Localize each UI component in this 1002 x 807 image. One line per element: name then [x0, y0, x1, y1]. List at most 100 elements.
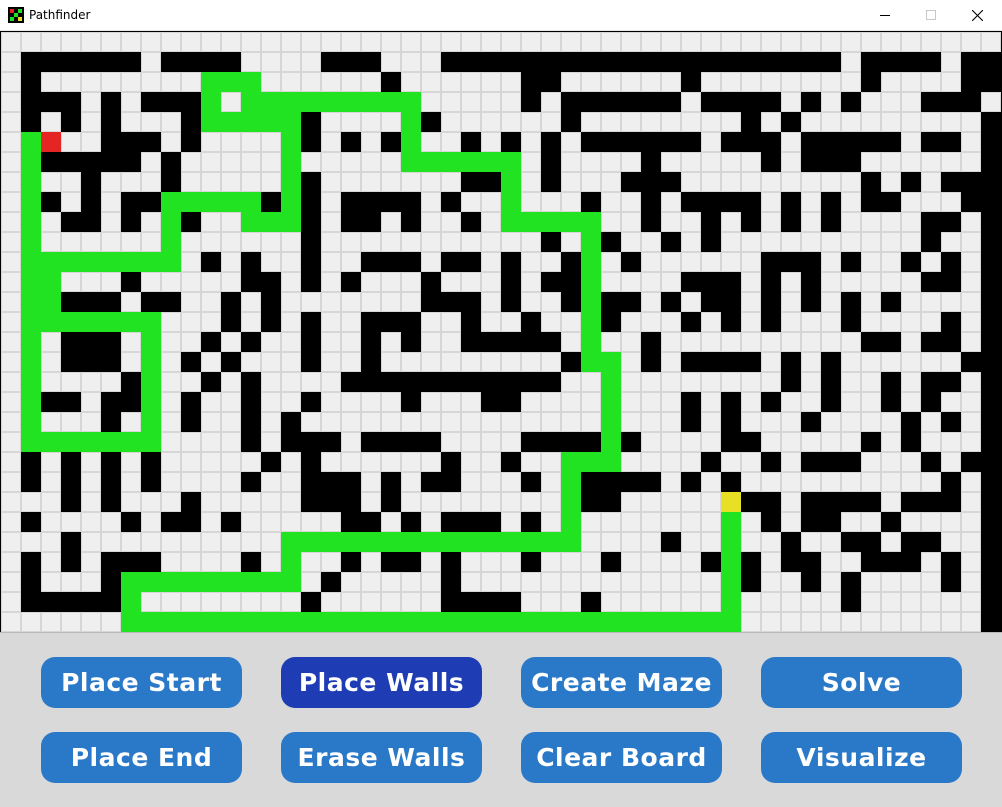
open-cell[interactable] — [641, 292, 661, 312]
open-cell[interactable] — [561, 172, 581, 192]
place-walls-button[interactable]: Place Walls — [281, 657, 482, 708]
open-cell[interactable] — [961, 132, 981, 152]
open-cell[interactable] — [561, 332, 581, 352]
open-cell[interactable] — [661, 112, 681, 132]
open-cell[interactable] — [921, 512, 941, 532]
open-cell[interactable] — [121, 92, 141, 112]
open-cell[interactable] — [381, 452, 401, 472]
open-cell[interactable] — [541, 412, 561, 432]
open-cell[interactable] — [21, 612, 41, 632]
open-cell[interactable] — [561, 72, 581, 92]
open-cell[interactable] — [901, 452, 921, 472]
open-cell[interactable] — [221, 472, 241, 492]
open-cell[interactable] — [921, 112, 941, 132]
open-cell[interactable] — [421, 72, 441, 92]
open-cell[interactable] — [761, 72, 781, 92]
open-cell[interactable] — [321, 192, 341, 212]
open-cell[interactable] — [521, 352, 541, 372]
open-cell[interactable] — [841, 32, 861, 52]
open-cell[interactable] — [961, 32, 981, 52]
open-cell[interactable] — [181, 232, 201, 252]
open-cell[interactable] — [481, 432, 501, 452]
open-cell[interactable] — [381, 52, 401, 72]
open-cell[interactable] — [581, 72, 601, 92]
open-cell[interactable] — [741, 172, 761, 192]
open-cell[interactable] — [861, 112, 881, 132]
open-cell[interactable] — [381, 32, 401, 52]
open-cell[interactable] — [521, 272, 541, 292]
open-cell[interactable] — [921, 152, 941, 172]
open-cell[interactable] — [841, 412, 861, 432]
open-cell[interactable] — [221, 392, 241, 412]
start-cell[interactable] — [41, 132, 61, 152]
open-cell[interactable] — [361, 172, 381, 192]
open-cell[interactable] — [681, 172, 701, 192]
open-cell[interactable] — [261, 232, 281, 252]
open-cell[interactable] — [161, 392, 181, 412]
open-cell[interactable] — [681, 532, 701, 552]
open-cell[interactable] — [141, 72, 161, 92]
open-cell[interactable] — [661, 212, 681, 232]
open-cell[interactable] — [841, 192, 861, 212]
open-cell[interactable] — [361, 412, 381, 432]
open-cell[interactable] — [821, 552, 841, 572]
open-cell[interactable] — [641, 572, 661, 592]
open-cell[interactable] — [201, 472, 221, 492]
open-cell[interactable] — [1, 112, 21, 132]
open-cell[interactable] — [381, 152, 401, 172]
open-cell[interactable] — [141, 592, 161, 612]
open-cell[interactable] — [501, 412, 521, 432]
open-cell[interactable] — [641, 392, 661, 412]
open-cell[interactable] — [541, 492, 561, 512]
open-cell[interactable] — [141, 112, 161, 132]
open-cell[interactable] — [541, 292, 561, 312]
open-cell[interactable] — [901, 272, 921, 292]
open-cell[interactable] — [921, 312, 941, 332]
open-cell[interactable] — [421, 32, 441, 52]
open-cell[interactable] — [1, 352, 21, 372]
open-cell[interactable] — [221, 552, 241, 572]
open-cell[interactable] — [481, 272, 501, 292]
open-cell[interactable] — [61, 412, 81, 432]
open-cell[interactable] — [441, 332, 461, 352]
open-cell[interactable] — [741, 412, 761, 432]
open-cell[interactable] — [741, 592, 761, 612]
open-cell[interactable] — [941, 112, 961, 132]
open-cell[interactable] — [581, 172, 601, 192]
open-cell[interactable] — [741, 292, 761, 312]
open-cell[interactable] — [301, 512, 321, 532]
open-cell[interactable] — [781, 612, 801, 632]
open-cell[interactable] — [941, 392, 961, 412]
open-cell[interactable] — [181, 532, 201, 552]
open-cell[interactable] — [961, 272, 981, 292]
open-cell[interactable] — [961, 572, 981, 592]
open-cell[interactable] — [701, 152, 721, 172]
open-cell[interactable] — [801, 332, 821, 352]
open-cell[interactable] — [761, 32, 781, 52]
open-cell[interactable] — [421, 392, 441, 412]
open-cell[interactable] — [161, 272, 181, 292]
open-cell[interactable] — [661, 412, 681, 432]
open-cell[interactable] — [821, 432, 841, 452]
open-cell[interactable] — [821, 612, 841, 632]
open-cell[interactable] — [361, 492, 381, 512]
open-cell[interactable] — [841, 472, 861, 492]
open-cell[interactable] — [161, 112, 181, 132]
open-cell[interactable] — [281, 472, 301, 492]
open-cell[interactable] — [721, 172, 741, 192]
open-cell[interactable] — [1, 392, 21, 412]
open-cell[interactable] — [41, 552, 61, 572]
open-cell[interactable] — [701, 412, 721, 432]
open-cell[interactable] — [721, 212, 741, 232]
open-cell[interactable] — [861, 232, 881, 252]
open-cell[interactable] — [301, 372, 321, 392]
open-cell[interactable] — [441, 92, 461, 112]
open-cell[interactable] — [621, 532, 641, 552]
open-cell[interactable] — [281, 232, 301, 252]
open-cell[interactable] — [881, 452, 901, 472]
open-cell[interactable] — [241, 512, 261, 532]
open-cell[interactable] — [961, 372, 981, 392]
open-cell[interactable] — [341, 432, 361, 452]
open-cell[interactable] — [741, 452, 761, 472]
open-cell[interactable] — [781, 232, 801, 252]
